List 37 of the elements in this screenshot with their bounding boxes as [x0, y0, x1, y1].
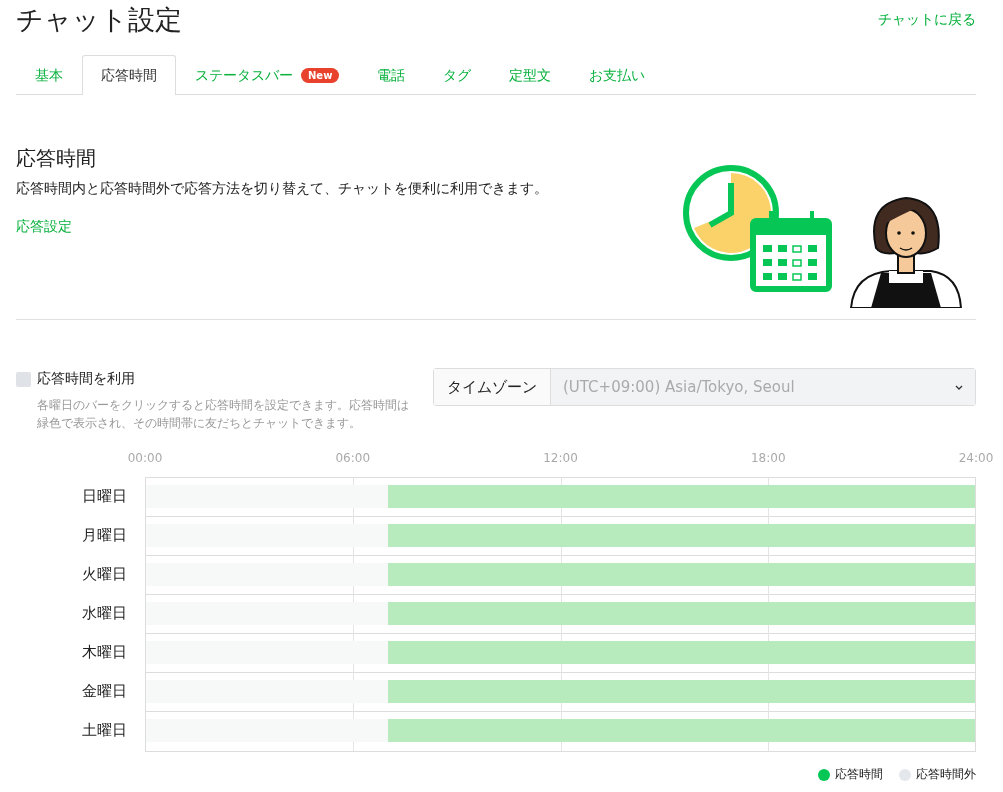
day-label: 木曜日: [81, 643, 128, 662]
day-label: 土曜日: [81, 721, 128, 740]
new-badge: New: [301, 68, 340, 83]
tab[interactable]: お支払い: [570, 55, 665, 95]
day-bar[interactable]: [146, 641, 975, 664]
time-tick: 00:00: [127, 451, 163, 465]
tab[interactable]: 定型文: [490, 55, 571, 95]
tab[interactable]: タグ: [424, 55, 491, 95]
day-bar[interactable]: [146, 680, 975, 703]
time-tick: 12:00: [543, 451, 578, 465]
section-heading: 応答時間: [16, 145, 97, 172]
tab[interactable]: ステータスバー New: [176, 55, 359, 95]
day-bar[interactable]: [146, 719, 975, 742]
day-label: 火曜日: [81, 565, 128, 584]
legend-label: 応答時間: [835, 766, 883, 783]
time-tick: 18:00: [750, 451, 786, 465]
tab[interactable]: 基本: [16, 55, 82, 95]
day-bar[interactable]: [146, 485, 975, 508]
tab[interactable]: 電話: [358, 55, 425, 95]
time-tick: 06:00: [335, 451, 371, 465]
legend-label: 応答時間外: [916, 766, 976, 783]
settings-link[interactable]: 応答設定: [16, 218, 72, 234]
checkbox-label: 応答時間を利用: [37, 370, 135, 388]
help-text: 各曜日のバーをクリックすると応答時間を設定できます。応答時間は緑色で表示され、その時間帯に友だちとチャットできます。: [37, 397, 410, 432]
page-title: チャット設定: [16, 3, 182, 37]
section-description: 応答時間内と応答時間外で応答方法を切り替えて、チャットを便利に利用できます。: [16, 180, 548, 198]
tab[interactable]: 応答時間: [82, 55, 176, 95]
day-bar[interactable]: [146, 563, 975, 586]
day-label: 水曜日: [81, 604, 128, 623]
day-label: 日曜日: [81, 487, 128, 506]
day-bar[interactable]: [146, 602, 975, 625]
day-label: 金曜日: [81, 682, 128, 701]
day-label: 月曜日: [81, 526, 128, 545]
checkbox[interactable]: [16, 371, 31, 387]
day-bar[interactable]: [146, 524, 975, 547]
back-link[interactable]: チャットに戻る: [878, 11, 976, 29]
time-tick: 24:00: [958, 451, 994, 465]
